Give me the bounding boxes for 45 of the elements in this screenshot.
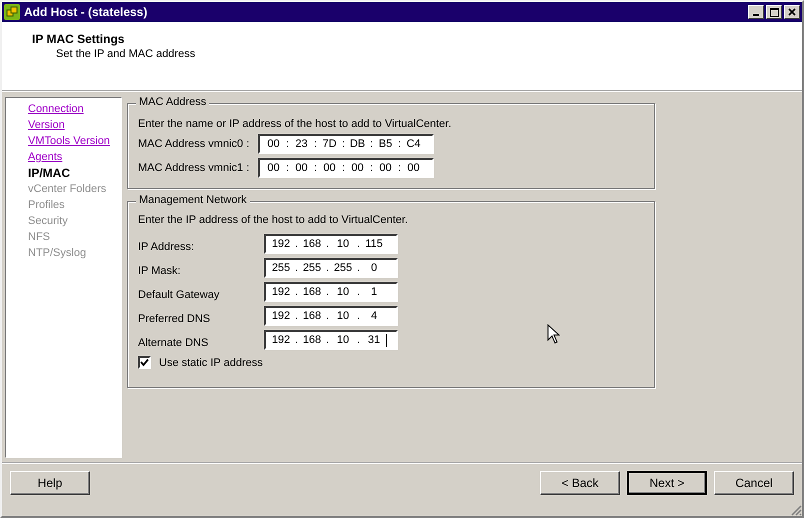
- dialog-button[interactable]: < Back: [540, 471, 620, 495]
- mouse-pointer-icon: [547, 324, 560, 344]
- step-item[interactable]: VMTools Version: [28, 133, 110, 149]
- maximize-icon: [770, 8, 778, 16]
- group-title: Management Network: [136, 194, 250, 206]
- checkbox-label: Use static IP address: [159, 356, 263, 368]
- step-item: vCenter Folders: [28, 182, 106, 197]
- app-icon: [4, 4, 20, 20]
- maximize-button[interactable]: [766, 5, 782, 19]
- step-item: IP/MAC: [28, 165, 70, 181]
- field-label: MAC Address vmnic0 :: [138, 138, 250, 150]
- ip-address-field[interactable]: 192 . 168 . 10 . 31: [264, 330, 398, 350]
- step-item: Profiles: [28, 198, 65, 213]
- checkbox[interactable]: [138, 356, 151, 369]
- field-label: Alternate DNS: [138, 336, 210, 349]
- step-item[interactable]: Connection: [28, 101, 84, 117]
- step-item: NTP/Syslog: [28, 246, 86, 261]
- ip-address-field[interactable]: 192 . 168 . 10 . 4: [264, 306, 398, 326]
- field-label: IP Address:: [138, 240, 196, 253]
- group-title: MAC Address: [136, 96, 210, 108]
- minimize-button[interactable]: [748, 5, 764, 19]
- window-title: Add Host - (stateless): [24, 5, 148, 19]
- dialog-button[interactable]: Cancel: [714, 471, 794, 495]
- field-label: IP Mask:: [138, 264, 182, 277]
- page-subtitle: Set the IP and MAC address: [56, 48, 196, 60]
- close-icon: [788, 8, 796, 16]
- dialog-button[interactable]: Help: [10, 471, 90, 495]
- step-item[interactable]: Version: [28, 117, 65, 133]
- field-label: MAC Address vmnic1 :: [138, 162, 250, 174]
- step-item[interactable]: Agents: [28, 149, 62, 165]
- step-item: Security: [28, 214, 68, 229]
- dialog-button[interactable]: Next >: [627, 471, 707, 495]
- field-label: Preferred DNS: [138, 312, 212, 325]
- mac-address-field[interactable]: 00 : 00 : 00 : 00 : 00 : 00: [258, 158, 434, 178]
- group-description: Enter the name or IP address of the host to add to VirtualCenter.: [138, 118, 452, 130]
- step-item: NFS: [28, 230, 50, 245]
- mac-address-field[interactable]: 00 : 23 : 7D : DB : B5 : C4: [258, 134, 434, 154]
- ip-address-field[interactable]: 192 . 168 . 10 . 1: [264, 282, 398, 302]
- ip-address-field[interactable]: 192 . 168 . 10 . 115: [264, 234, 398, 254]
- ip-address-field[interactable]: 255 . 255 . 255 . 0: [264, 258, 398, 278]
- page-title: IP MAC Settings: [32, 32, 126, 46]
- close-button[interactable]: [784, 5, 800, 19]
- group-description: Enter the IP address of the host to add to VirtualCenter.: [138, 214, 408, 226]
- field-label: Default Gateway: [138, 288, 220, 301]
- resize-grip-icon[interactable]: [790, 504, 802, 516]
